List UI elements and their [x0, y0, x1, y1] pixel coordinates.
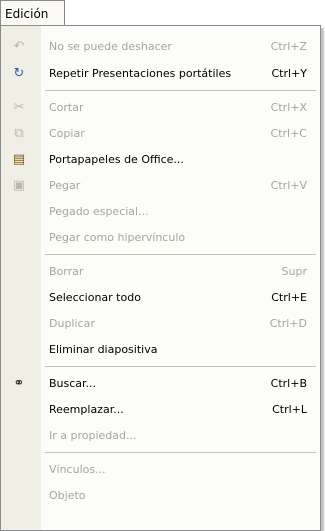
menu-item-links: Vínculos...: [49, 462, 106, 476]
menu-tab-edicion[interactable]: Edición: [0, 0, 65, 26]
paste-icon: ▣: [12, 177, 26, 193]
menu-item-paste: ▣ Pegar Ctrl+V: [1, 172, 320, 198]
redo-icon: ↻: [13, 65, 25, 81]
menu-separator: [45, 366, 316, 367]
menu-item-select-all[interactable]: Seleccionar todo Ctrl+E: [1, 284, 320, 310]
menu-item-object: Objeto: [49, 488, 86, 502]
menu-item-go-to-property: Ir a propiedad...: [49, 428, 137, 442]
menu-item-cut: ✂ Cortar Ctrl+X: [1, 94, 320, 120]
menu-item-office-clipboard[interactable]: ▤ Portapapeles de Office...: [1, 146, 320, 172]
menu-item-replace[interactable]: Reemplazar... Ctrl+L: [1, 396, 320, 422]
menu-item-copy: ⧉ Copiar Ctrl+C: [1, 120, 320, 146]
edit-dropdown-menu: ↶ No se puede deshacer Ctrl+Z ↻ Repetir …: [0, 25, 321, 531]
cut-icon: ✂: [13, 99, 25, 115]
menu-item-undo: ↶ No se puede deshacer Ctrl+Z: [1, 33, 320, 59]
menu-separator: [45, 90, 316, 91]
office-clipboard-icon: ▤: [12, 151, 26, 167]
menu-item-duplicate: Duplicar Ctrl+D: [49, 316, 307, 330]
menu-item-find[interactable]: ⚭ Buscar... Ctrl+B: [1, 370, 320, 396]
menu-separator: [45, 254, 316, 255]
menu-item-delete-slide[interactable]: Eliminar diapositiva: [1, 336, 320, 362]
menu-item-clear: Borrar Supr: [49, 264, 307, 278]
menu-separator: [45, 452, 316, 453]
binoculars-icon: ⚭: [13, 375, 25, 391]
menu-tab-label: Edición: [5, 6, 49, 21]
menu-item-redo[interactable]: ↻ Repetir Presentaciones portátiles Ctrl…: [1, 60, 320, 86]
copy-icon: ⧉: [14, 125, 24, 141]
menu-item-paste-special: Pegado especial...: [49, 204, 149, 218]
undo-icon: ↶: [13, 38, 25, 54]
menu-item-paste-as-hyperlink: Pegar como hipervínculo: [49, 230, 186, 244]
